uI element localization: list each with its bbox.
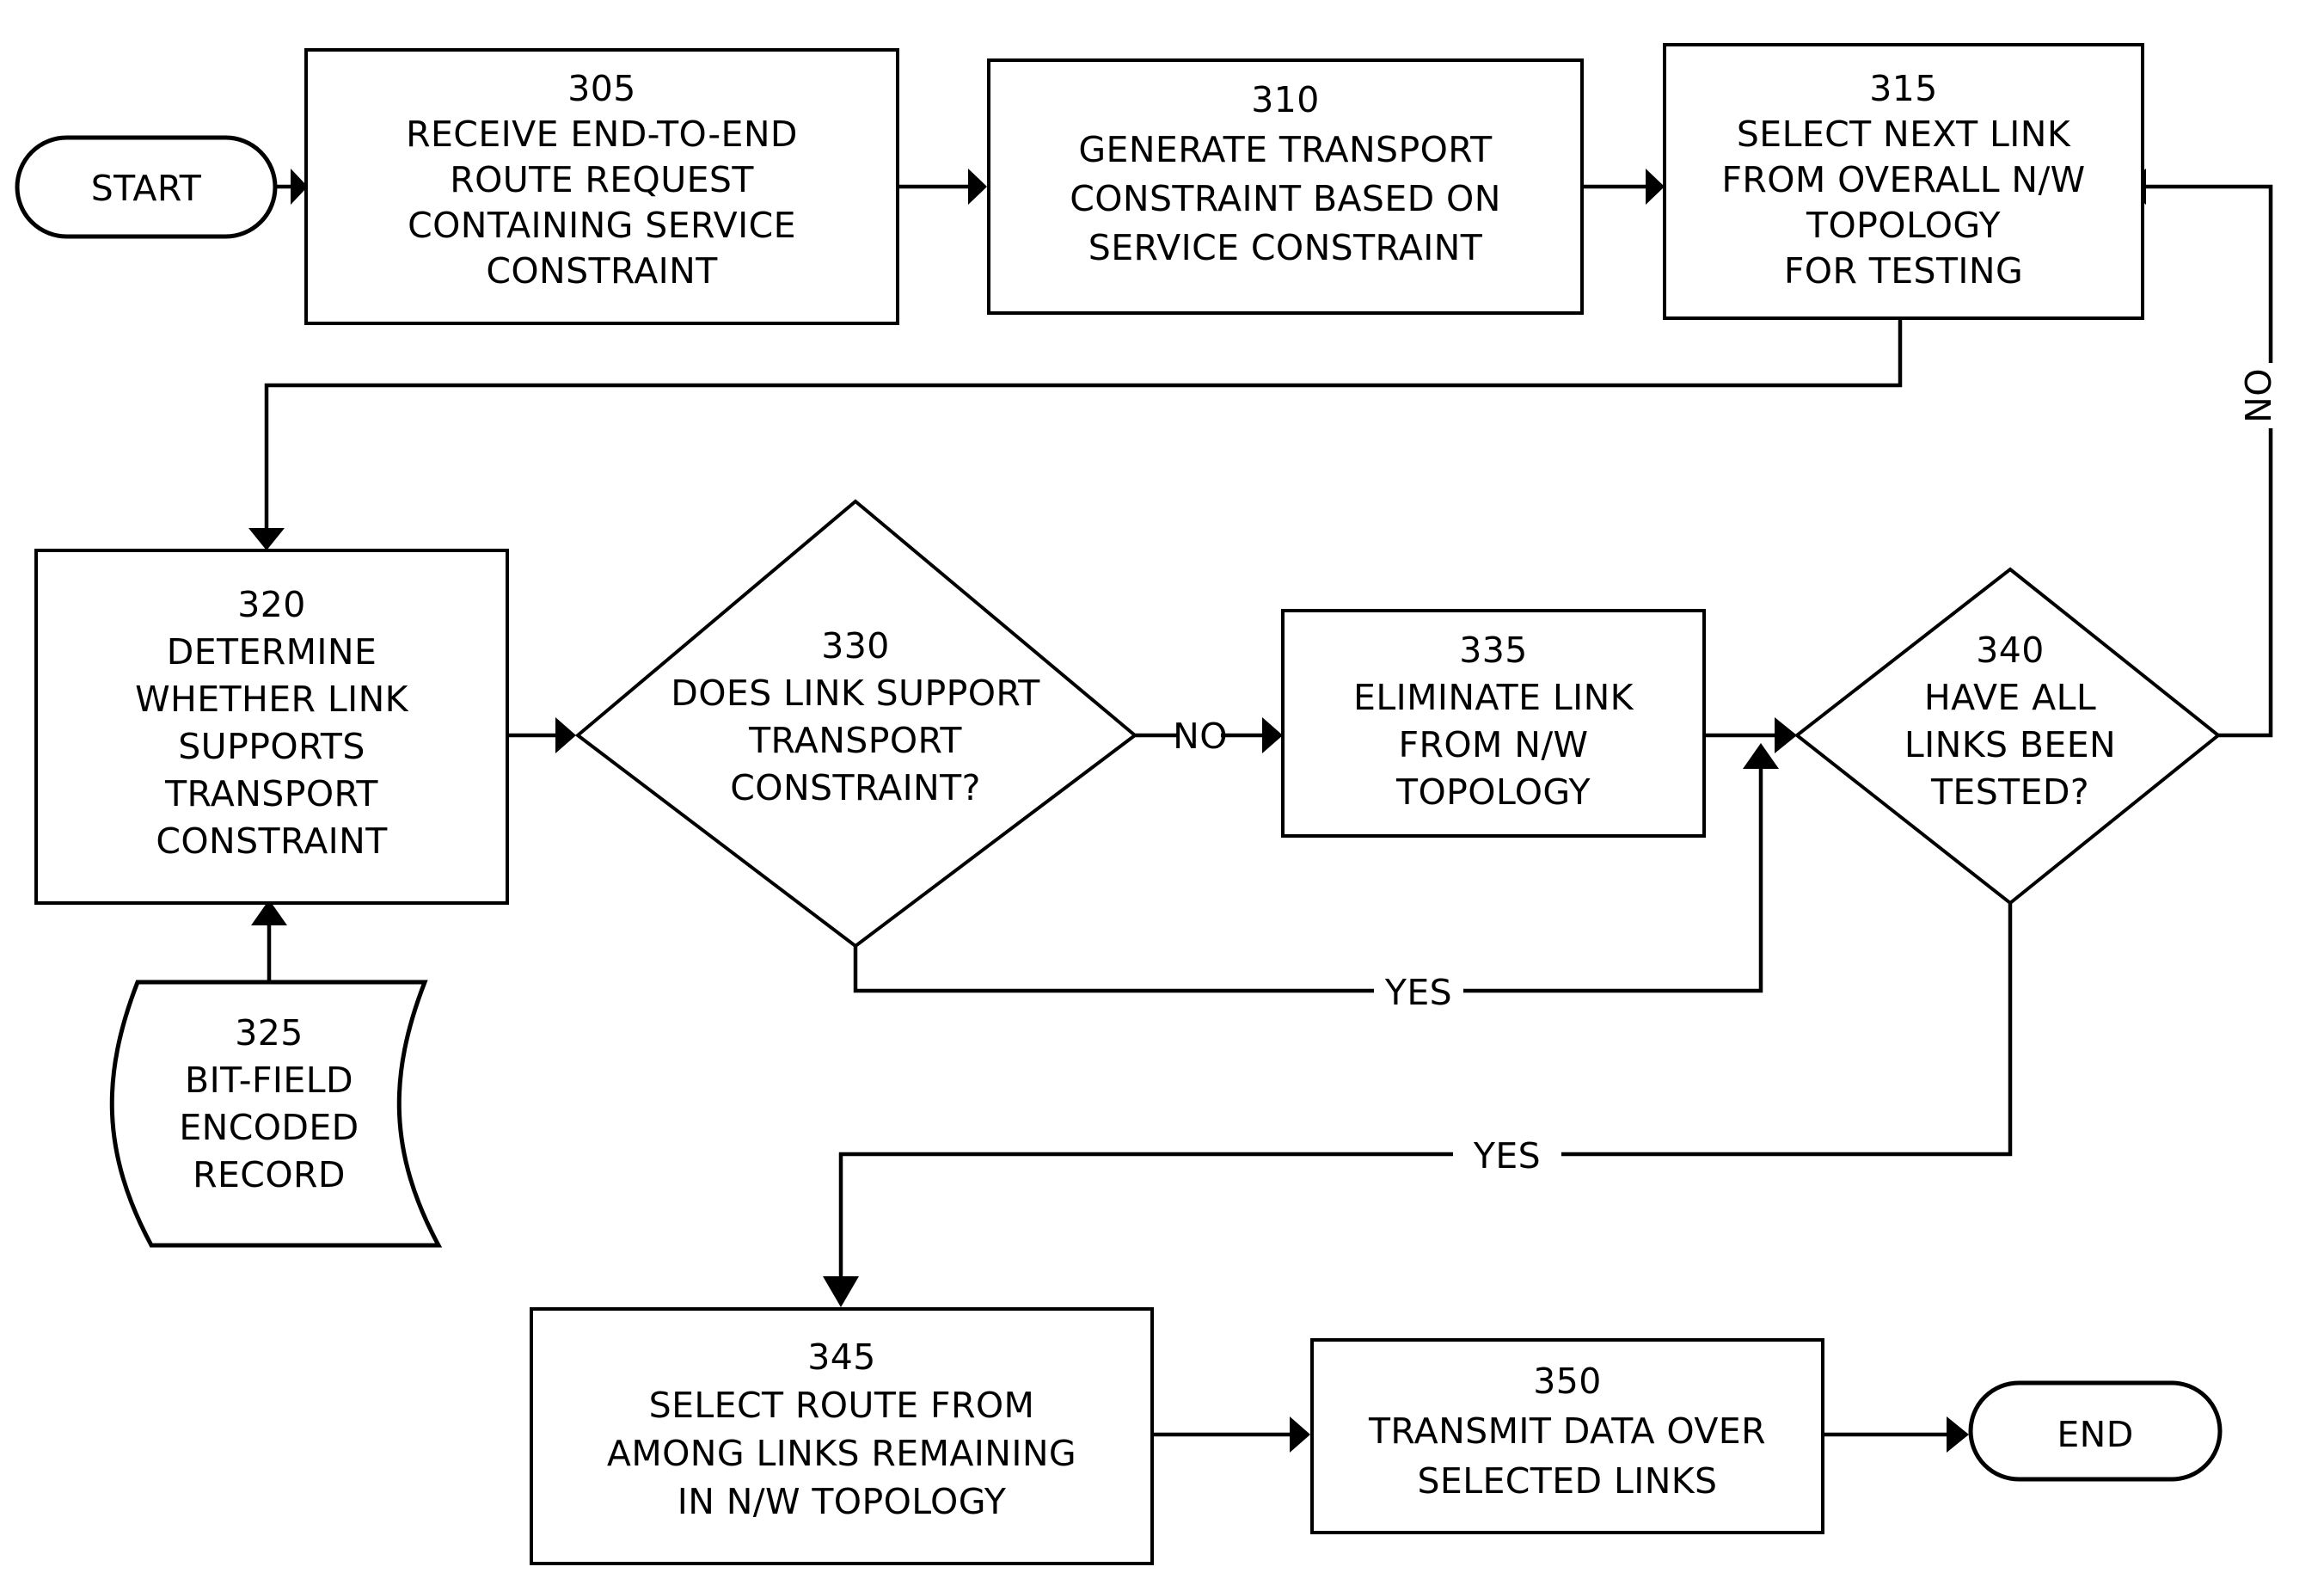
edge-label-yes-340-text: YES	[1473, 1135, 1541, 1177]
node-315[interactable]: 315 SELECT NEXT LINK FROM OVERALL N/W TO…	[1663, 43, 2144, 320]
edge-label-yes-340-to-345: YES	[1473, 1135, 1541, 1177]
connector-310-to-315	[1582, 169, 1665, 205]
edge-label-no-340-to-315: NO	[2238, 368, 2279, 423]
node-345[interactable]: 345 SELECT ROUTE FROM AMONG LINKS REMAIN…	[530, 1307, 1154, 1565]
node-325-line-1: ENCODED	[179, 1107, 359, 1148]
connector-345-to-350	[1152, 1416, 1310, 1453]
node-305-line-2: CONTAINING SERVICE	[408, 205, 796, 246]
node-305[interactable]: 305 RECEIVE END-TO-END ROUTE REQUEST CON…	[304, 48, 899, 325]
node-325[interactable]: 325 BIT-FIELD ENCODED RECORD	[109, 980, 443, 1248]
flowchart-svg: START 305 RECEIVE END-TO-END ROUTE REQUE…	[15, 43, 2279, 1565]
edge-label-no-330-text: NO	[1173, 716, 1228, 757]
node-325-ref: 325	[235, 1012, 303, 1054]
node-350-line-1: SELECTED LINKS	[1418, 1460, 1718, 1502]
node-335-line-2: TOPOLOGY	[1395, 771, 1591, 813]
node-310-line-1: CONSTRAINT BASED ON	[1070, 178, 1501, 219]
node-start[interactable]: START	[15, 135, 278, 239]
node-320-line-1: WHETHER LINK	[135, 679, 409, 720]
node-315-line-0: SELECT NEXT LINK	[1737, 114, 2071, 155]
edge-label-no-330-to-335: NO	[1173, 716, 1228, 757]
node-335-line-1: FROM N/W	[1399, 724, 1589, 765]
node-325-line-0: BIT-FIELD	[185, 1060, 353, 1101]
start-label: START	[91, 168, 202, 209]
node-320-line-4: CONSTRAINT	[156, 820, 388, 862]
node-320-ref: 320	[237, 584, 305, 625]
edge-label-yes-330-text: YES	[1384, 972, 1452, 1013]
node-310[interactable]: 310 GENERATE TRANSPORT CONSTRAINT BASED …	[987, 58, 1584, 315]
node-340-line-2: TESTED?	[1930, 771, 2089, 813]
edge-label-no-loop-text: NO	[2238, 368, 2279, 423]
node-330-ref: 330	[821, 625, 889, 667]
node-320-line-2: SUPPORTS	[178, 726, 365, 767]
node-350-ref: 350	[1533, 1361, 1601, 1402]
node-320-line-0: DETERMINE	[167, 631, 377, 673]
node-345-ref: 345	[807, 1336, 875, 1378]
node-340[interactable]: 340 HAVE ALL LINKS BEEN TESTED?	[1794, 567, 2222, 906]
node-315-line-3: FOR TESTING	[1784, 250, 2023, 292]
node-305-ref: 305	[567, 68, 635, 109]
node-310-line-2: SERVICE CONSTRAINT	[1088, 227, 1483, 268]
node-325-line-2: RECORD	[193, 1154, 346, 1195]
connector-340-yes-to-345	[823, 903, 2013, 1307]
node-340-line-0: HAVE ALL	[1924, 677, 2096, 718]
node-320[interactable]: 320 DETERMINE WHETHER LINK SUPPORTS TRAN…	[34, 549, 509, 905]
node-340-ref: 340	[1976, 630, 2044, 671]
node-345-line-2: IN N/W TOPOLOGY	[678, 1481, 1007, 1522]
connector-start-to-305	[277, 169, 308, 205]
connector-335-to-340	[1704, 717, 1797, 753]
connector-305-to-310	[898, 169, 987, 205]
node-310-ref: 310	[1251, 79, 1319, 120]
node-350[interactable]: 350 TRANSMIT DATA OVER SELECTED LINKS	[1310, 1338, 1824, 1534]
end-label: END	[2057, 1414, 2133, 1455]
node-315-line-2: TOPOLOGY	[1806, 205, 2001, 246]
node-end[interactable]: END	[1968, 1380, 2223, 1482]
node-310-line-0: GENERATE TRANSPORT	[1078, 129, 1493, 170]
connector-320-to-330	[507, 717, 576, 753]
flowchart-canvas: START 305 RECEIVE END-TO-END ROUTE REQUE…	[0, 0, 2324, 1579]
node-335[interactable]: 335 ELIMINATE LINK FROM N/W TOPOLOGY	[1281, 609, 1706, 838]
node-330[interactable]: 330 DOES LINK SUPPORT TRANSPORT CONSTRAI…	[574, 499, 1138, 949]
node-330-line-0: DOES LINK SUPPORT	[671, 673, 1040, 714]
edge-label-yes-330-to-340: YES	[1384, 972, 1452, 1013]
node-350-line-0: TRANSMIT DATA OVER	[1368, 1410, 1766, 1452]
node-305-line-3: CONSTRAINT	[486, 250, 718, 292]
node-305-line-1: ROUTE REQUEST	[450, 159, 754, 200]
node-315-ref: 315	[1869, 68, 1937, 109]
node-335-ref: 335	[1459, 630, 1527, 671]
node-330-line-2: CONSTRAINT?	[730, 767, 980, 808]
node-315-line-1: FROM OVERALL N/W	[1721, 159, 2085, 200]
node-330-line-1: TRANSPORT	[748, 720, 962, 761]
node-345-line-1: AMONG LINKS REMAINING	[607, 1433, 1076, 1474]
node-345-line-0: SELECT ROUTE FROM	[649, 1385, 1035, 1426]
connector-350-to-end	[1823, 1416, 1969, 1453]
connector-315-to-320	[248, 318, 1903, 550]
connector-325-to-320	[251, 900, 287, 980]
node-305-line-0: RECEIVE END-TO-END	[406, 114, 798, 155]
connector-340-no-to-315	[2124, 169, 2273, 738]
node-320-line-3: TRANSPORT	[164, 773, 378, 814]
node-335-line-0: ELIMINATE LINK	[1353, 677, 1634, 718]
node-340-line-1: LINKS BEEN	[1904, 724, 2116, 765]
